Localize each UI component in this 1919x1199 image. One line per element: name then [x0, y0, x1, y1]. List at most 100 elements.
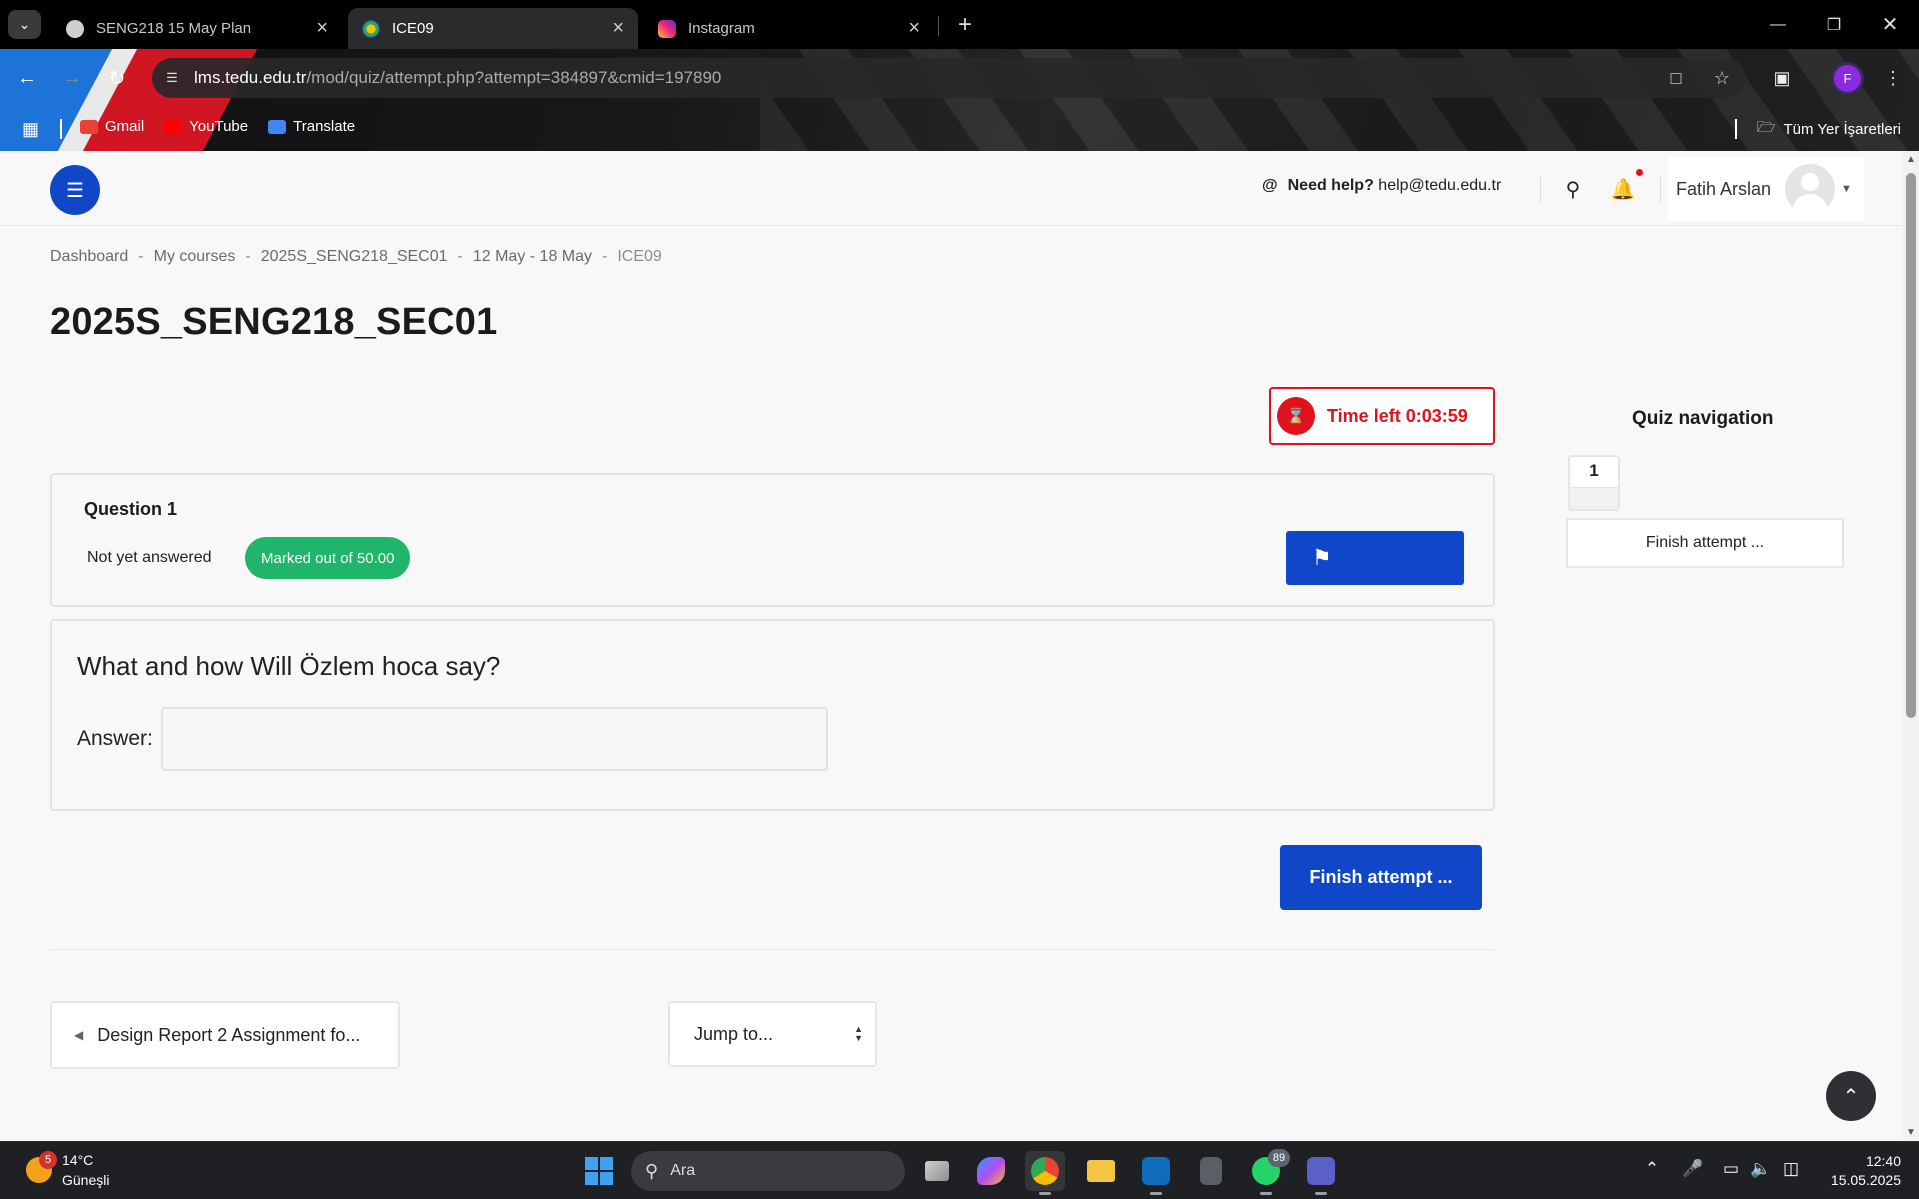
window-close-icon[interactable]: ✕	[1862, 0, 1918, 49]
tab-title: ICE09	[392, 20, 434, 37]
weather-widget[interactable]: 5 14°C Güneşli	[26, 1150, 109, 1190]
copilot-icon[interactable]	[971, 1151, 1011, 1191]
tab-ice09[interactable]: ICE09 ×	[348, 8, 638, 49]
question-info: Question 1 Not yet answered Marked out o…	[50, 473, 1495, 607]
close-icon[interactable]: ×	[612, 17, 624, 40]
page-scrollbar[interactable]: ▲ ▼	[1903, 151, 1919, 1141]
sun-icon: 5	[26, 1151, 57, 1183]
teams-icon[interactable]	[1301, 1151, 1341, 1195]
site-header: ☰ @ Need help? help@tedu.edu.tr ⚲ 🔔 Fatih…	[0, 151, 1903, 226]
tab-title: SENG218 15 May Plan	[96, 20, 252, 37]
chrome-icon[interactable]	[1025, 1151, 1065, 1195]
microphone-icon[interactable]: 🎤	[1680, 1156, 1706, 1182]
page-title: 2025S_SENG218_SEC01	[50, 301, 498, 343]
apps-grid-icon[interactable]: ▦	[22, 119, 42, 139]
finish-attempt-button[interactable]: Finish attempt ...	[1280, 845, 1482, 910]
answer-input[interactable]	[161, 707, 828, 771]
jump-to-select[interactable]: Jump to... ▲ ▼	[668, 1001, 877, 1067]
outlook-icon[interactable]	[1136, 1151, 1176, 1195]
whatsapp-count-badge: 89	[1268, 1149, 1290, 1167]
calculator-icon[interactable]	[1191, 1151, 1231, 1191]
breadcrumb-course[interactable]: 2025S_SENG218_SEC01	[261, 248, 448, 266]
reload-icon[interactable]: ↻	[100, 61, 134, 95]
quiz-nav-question-1[interactable]: 1	[1568, 455, 1620, 511]
breadcrumb-my-courses[interactable]: My courses	[154, 248, 236, 266]
list-indent-icon: ☰	[66, 179, 84, 202]
divider	[50, 949, 1495, 950]
bookmark-youtube[interactable]: YouTube	[164, 118, 248, 135]
tab-strip: ⌄ SENG218 15 May Plan × ICE09 × Instagra…	[0, 0, 1919, 49]
back-icon[interactable]: ←	[10, 61, 44, 95]
page: ☰ @ Need help? help@tedu.edu.tr ⚲ 🔔 Fatih…	[0, 151, 1903, 1141]
marks-badge: Marked out of 50.00	[245, 537, 411, 579]
scrollbar-thumb[interactable]	[1906, 173, 1916, 718]
user-menu[interactable]: Fatih Arslan ▼	[1668, 157, 1864, 221]
search-icon: ⚲	[645, 1160, 659, 1181]
menu-kebab-icon[interactable]: ⋮	[1876, 61, 1910, 95]
battery-icon[interactable]: ◫	[1778, 1156, 1804, 1182]
task-view-icon[interactable]	[917, 1151, 957, 1191]
flag-question-button[interactable]: ⚑	[1286, 531, 1464, 585]
question-number: Question 1	[84, 499, 178, 519]
bookmarks-bar: ▦ Gmail YouTube Translate 🗁 Tüm Yer İşar…	[0, 107, 1919, 151]
caret-left-icon: ◀	[74, 1028, 84, 1042]
scroll-down-icon[interactable]: ▼	[1906, 1127, 1916, 1138]
quiz-nav-finish-link[interactable]: Finish attempt ...	[1566, 518, 1844, 568]
folder-icon: 🗁	[1756, 119, 1776, 136]
windows-start-icon[interactable]	[585, 1157, 613, 1185]
previous-activity-link[interactable]: ◀ Design Report 2 Assignment fo...	[50, 1001, 400, 1069]
bookmark-star-icon[interactable]: ☆	[1708, 64, 1736, 92]
url-text[interactable]: lms.tedu.edu.tr/mod/quiz/attempt.php?att…	[194, 68, 721, 88]
weather-badge: 5	[39, 1151, 57, 1169]
restore-icon[interactable]: ❐	[1806, 0, 1862, 49]
back-to-top-button[interactable]: ⌃	[1826, 1071, 1876, 1121]
sort-arrows-icon: ▲ ▼	[854, 1024, 863, 1043]
question-text: What and how Will Özlem hoca say?	[77, 651, 501, 681]
tab-seng218-plan[interactable]: SENG218 15 May Plan ×	[52, 8, 342, 49]
minimize-icon[interactable]: —	[1750, 0, 1806, 49]
notification-bell-icon[interactable]: 🔔	[1609, 175, 1637, 203]
address-bar[interactable]: ☰ lms.tedu.edu.tr/mod/quiz/attempt.php?a…	[152, 58, 1746, 98]
quiz-timer: ⌛ Time left 0:03:59	[1269, 387, 1495, 445]
file-explorer-icon[interactable]	[1081, 1151, 1121, 1191]
help-contact[interactable]: @ Need help? help@tedu.edu.tr	[1262, 177, 1501, 195]
whatsapp-icon[interactable]: 89	[1246, 1149, 1290, 1195]
translate-icon	[268, 119, 287, 134]
forward-icon[interactable]: →	[55, 61, 89, 95]
quiz-navigation-title: Quiz navigation	[1632, 408, 1774, 429]
site-info-icon[interactable]: ☰	[158, 64, 186, 92]
question-content: What and how Will Özlem hoca say? Answer…	[50, 619, 1495, 811]
tab-instagram[interactable]: Instagram ×	[644, 8, 934, 49]
translate-page-icon[interactable]: □	[1662, 64, 1690, 92]
windows-taskbar: 5 14°C Güneşli ⚲ Ara 89 ⌃ 🎤 ▭ 🔈 ◫ 12:40 …	[0, 1141, 1919, 1199]
bookmark-gmail[interactable]: Gmail	[80, 118, 144, 135]
close-icon[interactable]: ×	[908, 17, 920, 40]
network-icon[interactable]: ▭	[1718, 1156, 1744, 1182]
taskbar-search[interactable]: ⚲ Ara	[631, 1151, 905, 1191]
profile-avatar[interactable]: F	[1831, 62, 1864, 95]
gmail-icon	[80, 119, 98, 134]
scroll-up-icon[interactable]: ▲	[1906, 154, 1916, 165]
instagram-icon	[658, 19, 676, 38]
new-tab-button[interactable]: +	[950, 10, 980, 40]
breadcrumb-dashboard[interactable]: Dashboard	[50, 248, 128, 266]
all-bookmarks[interactable]: 🗁 Tüm Yer İşaretleri	[1757, 117, 1901, 142]
browser-toolbar: ← → ↻ ☰ lms.tedu.edu.tr/mod/quiz/attempt…	[0, 49, 1919, 107]
bookmark-translate[interactable]: Translate	[268, 118, 355, 135]
chevron-up-icon: ⌃	[1842, 1085, 1860, 1108]
extensions-icon[interactable]: ▣	[1765, 61, 1799, 95]
close-icon[interactable]: ×	[316, 17, 328, 40]
clock[interactable]: 12:40 15.05.2025	[1831, 1152, 1901, 1190]
youtube-icon	[164, 119, 183, 134]
screen: ⌄ SENG218 15 May Plan × ICE09 × Instagra…	[0, 0, 1919, 1199]
chevron-down-icon: ▼	[1841, 183, 1852, 195]
breadcrumb-week[interactable]: 12 May - 18 May	[473, 248, 592, 266]
at-icon: @	[1262, 177, 1278, 194]
drawer-toggle-button[interactable]: ☰	[50, 165, 100, 215]
volume-icon[interactable]: 🔈	[1748, 1156, 1774, 1182]
breadcrumb: Dashboard - My courses - 2025S_SENG218_S…	[50, 248, 662, 266]
tab-search-icon[interactable]: ⌄	[8, 10, 41, 39]
avatar	[1785, 164, 1836, 214]
search-icon[interactable]: ⚲	[1559, 175, 1587, 203]
chevron-up-icon[interactable]: ⌃	[1639, 1156, 1665, 1182]
